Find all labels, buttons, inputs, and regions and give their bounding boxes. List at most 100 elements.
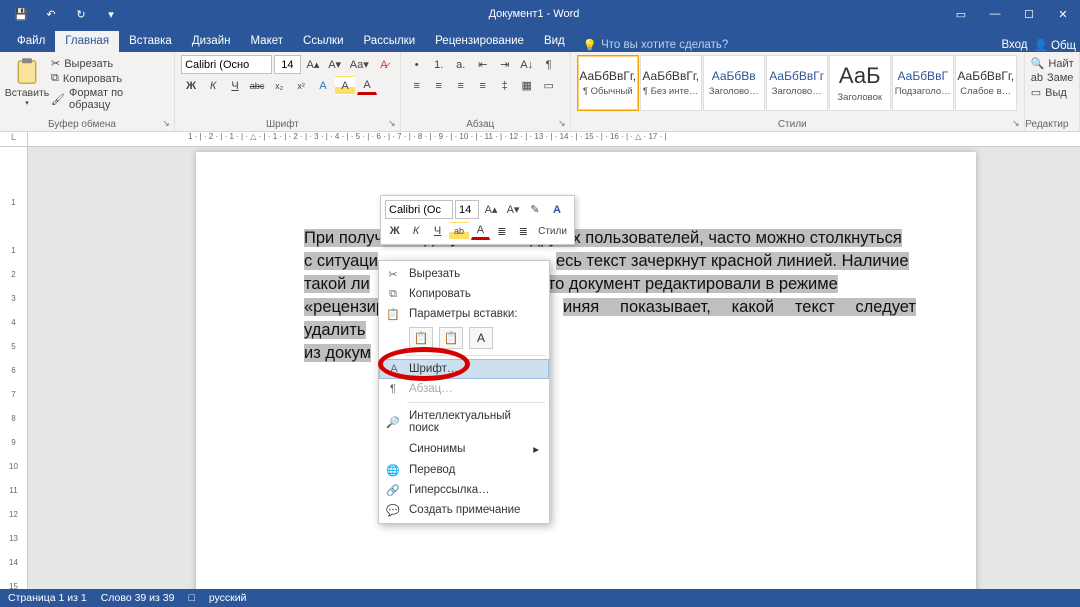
- select-button[interactable]: ▭Выд: [1031, 86, 1073, 99]
- style-gallery-item[interactable]: АаБбВвГг,¶ Обычный: [577, 55, 639, 111]
- mini-font-name[interactable]: Calibri (Ос: [385, 200, 453, 219]
- line-spacing-button[interactable]: ‡: [495, 76, 515, 95]
- mini-numbering[interactable]: ≣: [514, 222, 533, 240]
- bold-button[interactable]: Ж: [181, 76, 201, 95]
- maximize-icon[interactable]: ☐: [1012, 0, 1046, 28]
- font-size-select[interactable]: 14: [274, 55, 302, 74]
- ctx-translate[interactable]: 🌐Перевод: [379, 460, 549, 480]
- vertical-ruler[interactable]: 1123456789101112131415: [0, 147, 28, 589]
- mini-grow-font[interactable]: A▴: [481, 201, 501, 219]
- tab-mailings[interactable]: Рассылки: [354, 31, 426, 52]
- multilevel-button[interactable]: a.: [451, 55, 471, 74]
- minimize-icon[interactable]: —: [978, 0, 1012, 28]
- tab-insert[interactable]: Вставка: [119, 31, 182, 52]
- status-language[interactable]: русский: [209, 592, 247, 604]
- sign-in-link[interactable]: Вход: [1001, 39, 1027, 51]
- bullets-button[interactable]: •: [407, 55, 427, 74]
- font-dialog-launcher-icon[interactable]: ↘: [386, 117, 398, 129]
- ctx-new-comment[interactable]: 💬Создать примечание: [379, 500, 549, 520]
- ctx-paragraph[interactable]: ¶Абзац…: [379, 379, 549, 399]
- undo-icon[interactable]: ↶: [38, 3, 64, 25]
- styles-dialog-launcher-icon[interactable]: ↘: [1010, 117, 1022, 129]
- mini-bold[interactable]: Ж: [385, 222, 404, 240]
- redo-icon[interactable]: ↻: [68, 3, 94, 25]
- ctx-font[interactable]: AШрифт…: [379, 359, 549, 379]
- subscript-button[interactable]: x₂: [269, 76, 289, 95]
- show-marks-button[interactable]: ¶: [539, 55, 559, 74]
- font-color-button[interactable]: A: [357, 76, 377, 95]
- underline-button[interactable]: Ч: [225, 76, 245, 95]
- sort-button[interactable]: A↓: [517, 55, 537, 74]
- align-right-button[interactable]: ≡: [451, 76, 471, 95]
- mini-underline[interactable]: Ч: [428, 222, 447, 240]
- style-gallery-item[interactable]: АаБбВвЗаголово…: [703, 55, 765, 111]
- tab-design[interactable]: Дизайн: [182, 31, 241, 52]
- ctx-smart-lookup[interactable]: 🔎Интеллектуальный поиск: [379, 406, 549, 438]
- mini-font-color[interactable]: A: [471, 222, 490, 240]
- align-center-button[interactable]: ≡: [429, 76, 449, 95]
- find-button[interactable]: 🔍Найт: [1031, 57, 1073, 70]
- replace-button[interactable]: abЗаме: [1031, 72, 1073, 84]
- tab-layout[interactable]: Макет: [240, 31, 293, 52]
- ctx-synonyms[interactable]: Синонимы▸: [379, 438, 549, 460]
- clipboard-dialog-launcher-icon[interactable]: ↘: [160, 117, 172, 129]
- style-gallery-item[interactable]: АаБбВвГгЗаголово…: [766, 55, 828, 111]
- change-case-button[interactable]: Aa▾: [346, 55, 372, 74]
- mini-bullets[interactable]: ≣: [492, 222, 511, 240]
- qat-more-icon[interactable]: ▾: [98, 3, 124, 25]
- grow-font-button[interactable]: A▴: [303, 55, 323, 74]
- borders-button[interactable]: ▭: [539, 76, 559, 95]
- strikethrough-button[interactable]: abc: [247, 76, 267, 95]
- ctx-cut[interactable]: ✂Вырезать: [379, 264, 549, 284]
- justify-button[interactable]: ≡: [473, 76, 493, 95]
- ctx-copy[interactable]: ⧉Копировать: [379, 284, 549, 304]
- mini-shrink-font[interactable]: A▾: [503, 201, 523, 219]
- ribbon-options-icon[interactable]: ▭: [944, 0, 978, 28]
- ctx-hyperlink[interactable]: 🔗Гиперссылка…: [379, 480, 549, 500]
- shrink-font-button[interactable]: A▾: [325, 55, 345, 74]
- tab-review[interactable]: Рецензирование: [425, 31, 534, 52]
- shading-button[interactable]: ▦: [517, 76, 537, 95]
- style-gallery-item[interactable]: АаБбВвГг,Слабое в…: [955, 55, 1017, 111]
- style-gallery-item[interactable]: АаБЗаголовок: [829, 55, 891, 111]
- status-word-count[interactable]: Слово 39 из 39: [101, 592, 175, 604]
- save-icon[interactable]: 💾: [8, 3, 34, 25]
- tell-me-search[interactable]: 💡 Что вы хотите сделать?: [583, 38, 728, 52]
- close-icon[interactable]: ✕: [1046, 0, 1080, 28]
- clear-formatting-button[interactable]: A̷: [374, 55, 394, 74]
- tab-file[interactable]: Файл: [7, 31, 55, 52]
- increase-indent-button[interactable]: ⇥: [495, 55, 515, 74]
- mini-italic[interactable]: К: [406, 222, 425, 240]
- tab-home[interactable]: Главная: [55, 31, 119, 52]
- paste-keep-source-icon[interactable]: 📋: [409, 327, 433, 349]
- style-gallery-item[interactable]: АаБбВвГг,¶ Без инте…: [640, 55, 702, 111]
- mini-styles-button[interactable]: Стили: [535, 222, 570, 240]
- superscript-button[interactable]: x²: [291, 76, 311, 95]
- horizontal-ruler[interactable]: 1 · | · 2 · | · 1 · | · △ · | · 1 · | · …: [28, 132, 1080, 147]
- mini-styles-icon[interactable]: A: [547, 201, 567, 219]
- document-page[interactable]: При получении документа от других пользо…: [196, 152, 976, 589]
- format-painter-button[interactable]: 🖌Формат по образцу: [48, 87, 168, 111]
- italic-button[interactable]: К: [203, 76, 223, 95]
- numbering-button[interactable]: 1.: [429, 55, 449, 74]
- paragraph-dialog-launcher-icon[interactable]: ↘: [556, 117, 568, 129]
- tab-view[interactable]: Вид: [534, 31, 575, 52]
- decrease-indent-button[interactable]: ⇤: [473, 55, 493, 74]
- align-left-button[interactable]: ≡: [407, 76, 427, 95]
- style-gallery-item[interactable]: АаБбВвГПодзаголо…: [892, 55, 954, 111]
- status-page[interactable]: Страница 1 из 1: [8, 592, 87, 604]
- paste-merge-icon[interactable]: 📋: [439, 327, 463, 349]
- cut-button[interactable]: ✂Вырезать: [48, 57, 168, 70]
- share-button[interactable]: 👤 Общ: [1033, 38, 1076, 52]
- paste-text-only-icon[interactable]: A: [469, 327, 493, 349]
- font-name-select[interactable]: Calibri (Осно: [181, 55, 271, 74]
- highlight-button[interactable]: A: [335, 76, 355, 95]
- mini-highlight[interactable]: ab: [449, 222, 468, 240]
- text-effects-button[interactable]: A: [313, 76, 333, 95]
- tab-references[interactable]: Ссылки: [293, 31, 354, 52]
- mini-font-size[interactable]: 14: [455, 200, 479, 219]
- mini-format-painter[interactable]: ✎: [525, 201, 545, 219]
- style-preview: АаБбВвГг,: [642, 69, 699, 83]
- status-proofing-icon[interactable]: □: [188, 592, 194, 604]
- copy-button[interactable]: ⧉Копировать: [48, 72, 168, 85]
